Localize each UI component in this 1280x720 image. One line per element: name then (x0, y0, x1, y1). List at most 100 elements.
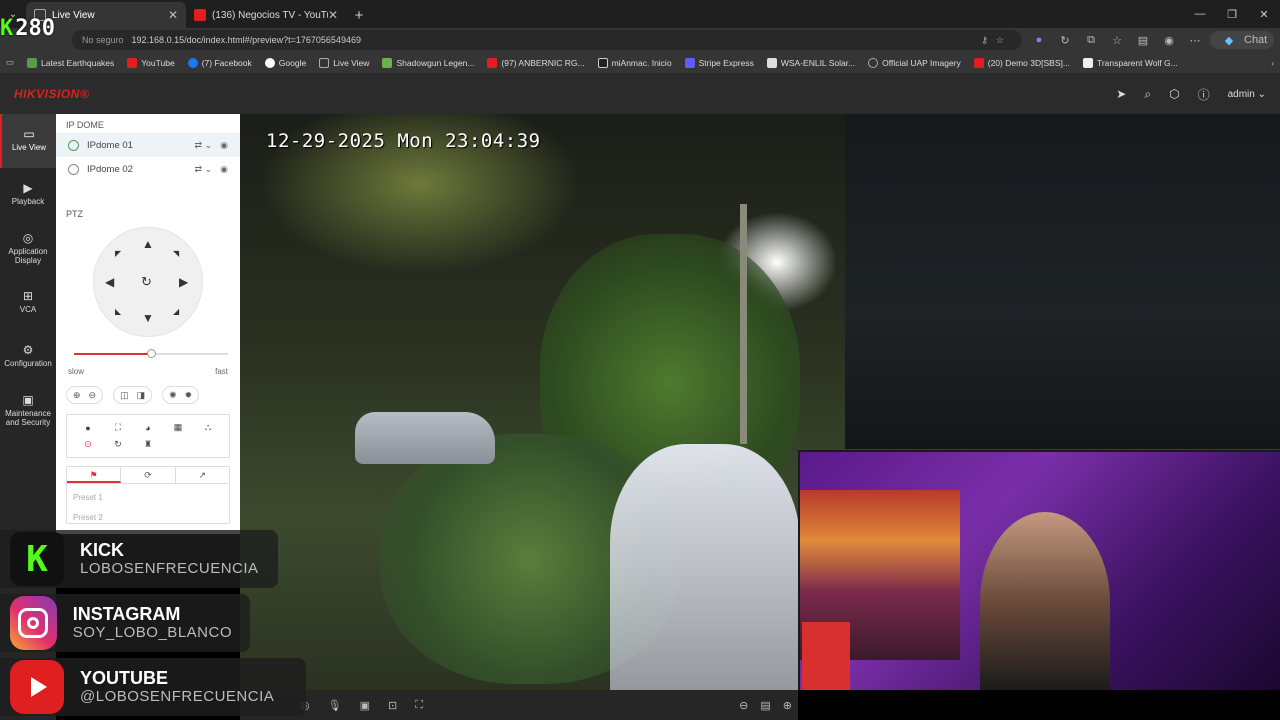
bookmark-item[interactable]: YouTube (127, 57, 175, 68)
bookmark-item[interactable]: (7) Facebook (187, 57, 252, 68)
copilot-icon: ◆ (1224, 34, 1234, 47)
collections-icon[interactable]: ▤ (1132, 34, 1154, 47)
3d-positioning-icon[interactable]: ⛶ (115, 422, 121, 433)
nav-live-view[interactable]: ▭ Live View (0, 114, 56, 168)
ptz-down-icon[interactable]: ▼ (142, 311, 154, 325)
lens-init-icon[interactable]: ⊙ (84, 439, 92, 450)
menu-grid-icon[interactable]: ▦ (174, 422, 183, 433)
social-text: INSTAGRAM SOY_LOBO_BLANCO (73, 604, 232, 642)
previous-icon[interactable]: ⊖ (739, 699, 748, 712)
nav-maintenance[interactable]: ▣ Maintenance and Security (0, 384, 56, 438)
ptz-auto-scan-icon[interactable]: ↻ (141, 274, 152, 290)
preset-item[interactable]: Preset 2 (73, 508, 223, 528)
omnibox-actions[interactable]: ⚷☆ (981, 35, 1012, 46)
focus-near-icon[interactable]: ◫ (120, 390, 129, 401)
record-icon[interactable]: ◉ (220, 140, 228, 151)
bookmark-item[interactable]: (20) Demo 3D[SBS]... (973, 57, 1070, 68)
digital-zoom-icon[interactable]: ⊡ (388, 699, 397, 712)
next-icon[interactable]: ⊕ (783, 699, 792, 712)
tab-youtube[interactable]: (136) Negocios TV - YouTube ✕ (186, 2, 346, 28)
toolbar-icons: ● ↻ ⧉ ☆ ▤ ◉ ⋯ ◆ Chat (1028, 31, 1274, 49)
layout-icon[interactable]: ▤ (760, 699, 770, 712)
bookmark-item[interactable]: Official UAP Imagery (868, 57, 961, 68)
ptz-downleft-icon[interactable]: ◣ (115, 307, 121, 316)
live-video-view[interactable]: 12-29-2025 Mon 23:04:39 (240, 114, 1280, 690)
bookmark-item[interactable]: Stripe Express (684, 57, 754, 68)
video-lit-path (610, 444, 800, 690)
camera-item-ipdome-02[interactable]: IPdome 02 ⇄ ⌄ ◉ (56, 157, 240, 181)
bookmark-item[interactable]: WSA-ENLIL Solar... (766, 57, 856, 68)
nav-configuration[interactable]: ⚙ Configuration (0, 330, 56, 384)
plugin-icon[interactable]: ⬡ (1169, 87, 1179, 101)
tab-presets-flag-icon[interactable]: ⚑ (67, 467, 122, 483)
ptz-left-icon[interactable]: ◀ (105, 275, 114, 289)
picture-icon[interactable]: ▣ (360, 699, 370, 712)
bookmark-item[interactable]: Live View (319, 57, 369, 68)
user-menu[interactable]: admin ⌄ (1228, 89, 1266, 100)
hikvision-header: HIKVISION® ➤ ⌕ ⬡ ⓘ admin ⌄ (0, 74, 1280, 114)
favorites-icon[interactable]: ☆ (1106, 34, 1128, 47)
bookmark-item[interactable]: (97) ANBERNIC RG... (487, 57, 585, 68)
camera-side-panel: IP DOME IPdome 01 ⇄ ⌄ ◉ IPdome 02 ⇄ ⌄ ◉ PT… (56, 114, 240, 534)
tab-pattern-icon[interactable]: ↗ (176, 467, 229, 483)
zoom-in-icon[interactable]: ⊕ (73, 390, 81, 401)
zoom-out-icon[interactable]: ⊖ (89, 390, 97, 401)
stream-switch-icon[interactable]: ⇄ ⌄ (195, 140, 213, 151)
tab-title: Live View (52, 9, 95, 21)
window-controls: — ❐ ✕ (1184, 0, 1280, 28)
speed-knob[interactable] (147, 349, 156, 358)
park-action-icon[interactable]: ↻ (114, 439, 122, 450)
3d-zoom-icon[interactable]: ⛶ (415, 699, 423, 712)
camera-item-ipdome-01[interactable]: IPdome 01 ⇄ ⌄ ◉ (56, 133, 240, 157)
ptz-upleft-icon[interactable]: ◤ (115, 249, 121, 258)
url-omnibox[interactable]: No seguro 192.168.0.15/doc/index.html#/p… (72, 30, 1022, 50)
profile-avatar-icon[interactable]: ◉ (1158, 34, 1180, 47)
bookmark-item[interactable]: Transparent Wolf G... (1082, 57, 1178, 68)
ptz-speed-slider[interactable] (74, 349, 228, 358)
nav-application-display[interactable]: ◎ Application Display (0, 222, 56, 276)
bookmarks-overflow-icon[interactable]: › (1271, 58, 1274, 68)
tab-patrol-icon[interactable]: ⟳ (121, 467, 176, 483)
iris-open-icon[interactable]: ✺ (169, 390, 177, 401)
ptz-downright-icon[interactable]: ◢ (173, 307, 179, 316)
bookmark-item[interactable]: Latest Earthquakes (27, 57, 114, 68)
close-window-icon[interactable]: ✕ (1248, 0, 1280, 28)
focus-group: ◫ ◨ (113, 386, 153, 404)
more-menu-icon[interactable]: ⋯ (1184, 34, 1206, 47)
close-tab-icon[interactable]: ✕ (168, 8, 178, 22)
search-icon[interactable]: ⌕ (1144, 87, 1151, 102)
send-icon[interactable]: ➤ (1116, 87, 1126, 101)
sidebar-toggle-icon[interactable]: ▭ (6, 57, 14, 68)
bookmark-item[interactable]: miAnmac. Inicio (597, 57, 672, 68)
microphone-icon[interactable]: 🎙 (328, 699, 342, 712)
manual-track-icon[interactable]: ♜ (144, 439, 152, 450)
stream-switch-icon[interactable]: ⇄ ⌄ (195, 164, 213, 175)
restore-icon[interactable]: ❐ (1216, 0, 1248, 28)
refresh-icon[interactable]: ↻ (1054, 34, 1076, 47)
bookmark-label: WSA-ENLIL Solar... (780, 57, 856, 68)
help-icon[interactable]: ⓘ (1198, 86, 1210, 103)
wiper-icon[interactable]: ◕ (145, 423, 150, 433)
record-icon[interactable]: ◉ (220, 164, 228, 175)
security-indicator[interactable]: No seguro (82, 35, 124, 45)
iris-close-icon[interactable]: ✹ (185, 390, 193, 401)
youtube-favicon (973, 57, 984, 68)
nav-playback[interactable]: ▶ Playback (0, 168, 56, 222)
ptz-upright-icon[interactable]: ◥ (173, 249, 179, 258)
focus-far-icon[interactable]: ◨ (137, 390, 146, 401)
light-icon[interactable]: ● (85, 423, 90, 433)
bookmark-item[interactable]: Google (264, 57, 306, 68)
minimize-icon[interactable]: — (1184, 0, 1216, 28)
auto-focus-icon[interactable]: ⛬ (205, 422, 211, 433)
nav-vca[interactable]: ⊞ VCA (0, 276, 56, 330)
ptz-right-icon[interactable]: ▶ (179, 275, 188, 289)
close-tab-icon[interactable]: ✕ (328, 8, 338, 22)
zoom-group: ⊕ ⊖ (66, 386, 104, 404)
copilot-chat-button[interactable]: ◆ Chat (1210, 31, 1274, 49)
extension-icon[interactable]: ● (1028, 34, 1050, 46)
extensions-puzzle-icon[interactable]: ⧉ (1080, 34, 1102, 47)
new-tab-button[interactable]: + (346, 2, 372, 28)
bookmark-item[interactable]: Shadowgun Legen... (382, 57, 474, 68)
ptz-up-icon[interactable]: ▲ (142, 237, 154, 251)
preset-item[interactable]: Preset 1 (73, 488, 223, 508)
